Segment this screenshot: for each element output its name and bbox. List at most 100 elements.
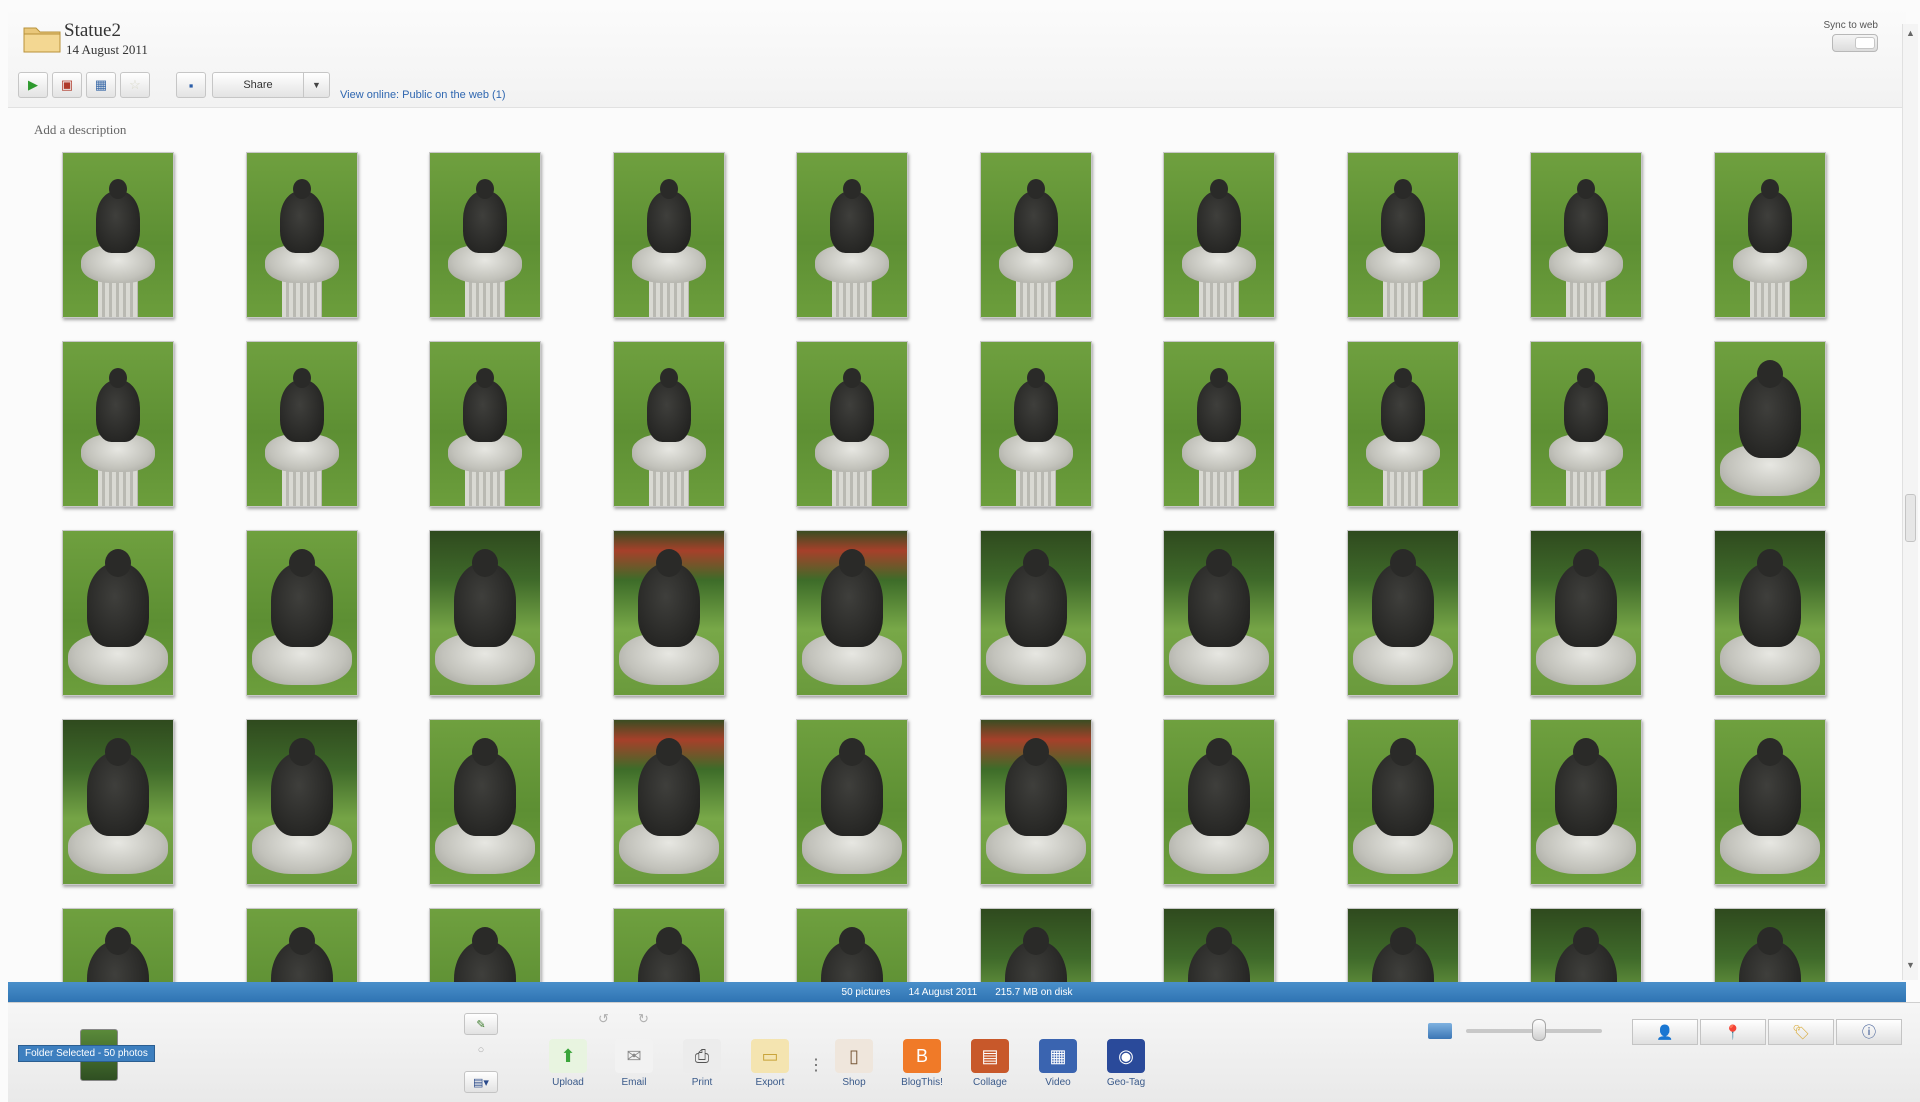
photo-thumbnail[interactable] bbox=[62, 152, 174, 318]
photo-thumbnail[interactable] bbox=[429, 152, 541, 318]
photo-thumbnail[interactable] bbox=[1163, 341, 1275, 507]
photo-thumbnail[interactable] bbox=[613, 908, 725, 982]
hold-pin-button[interactable]: ✎ bbox=[464, 1013, 498, 1035]
photo-thumbnail[interactable] bbox=[429, 341, 541, 507]
photo-thumbnail[interactable] bbox=[1714, 152, 1826, 318]
photo-thumbnail[interactable] bbox=[62, 908, 174, 982]
rotate-right-icon[interactable]: ↻ bbox=[638, 1011, 649, 1027]
photo-thumbnail[interactable] bbox=[246, 152, 358, 318]
blogthis-button[interactable]: B BlogThis! bbox=[892, 1039, 952, 1099]
movie-button[interactable]: ▦ bbox=[86, 72, 116, 98]
photo-thumbnail[interactable] bbox=[1163, 152, 1275, 318]
photo-thumbnail[interactable] bbox=[1347, 908, 1459, 982]
vertical-scrollbar[interactable]: ▲ ▼ bbox=[1902, 24, 1918, 980]
album-title[interactable]: Statue2 bbox=[64, 20, 121, 42]
photo-thumbnail[interactable] bbox=[1530, 152, 1642, 318]
gift-cd-button[interactable]: ▣ bbox=[52, 72, 82, 98]
photo-thumbnail[interactable] bbox=[1530, 719, 1642, 885]
places-pin-button[interactable]: 📍 bbox=[1700, 1019, 1766, 1045]
tray-tool-label: Shop bbox=[842, 1077, 866, 1088]
people-button[interactable]: 👤 bbox=[1632, 1019, 1698, 1045]
photo-thumbnail[interactable] bbox=[613, 152, 725, 318]
tray-selection-label: Folder Selected - 50 photos bbox=[18, 1045, 155, 1062]
photo-thumbnail[interactable] bbox=[1347, 530, 1459, 696]
photo-thumbnail[interactable] bbox=[62, 341, 174, 507]
save-button[interactable]: ▪ bbox=[176, 72, 206, 98]
geo-tag-button[interactable]: ◉ Geo-Tag bbox=[1096, 1039, 1156, 1099]
collage-button[interactable]: ▤ Collage bbox=[960, 1039, 1020, 1099]
picasa-window: Statue2 14 August 2011 Sync to web Share… bbox=[0, 0, 1920, 1102]
share-dropdown-button[interactable]: ▼ bbox=[304, 72, 330, 98]
export-folder-icon: ▭ bbox=[751, 1039, 789, 1073]
photo-thumbnail[interactable] bbox=[1530, 908, 1642, 982]
photo-thumbnail[interactable] bbox=[1714, 719, 1826, 885]
photo-thumbnail[interactable] bbox=[613, 530, 725, 696]
photo-thumbnail[interactable] bbox=[1347, 152, 1459, 318]
photo-thumbnail[interactable] bbox=[1530, 341, 1642, 507]
photo-thumbnail[interactable] bbox=[429, 530, 541, 696]
upload-button[interactable]: ⬆ Upload bbox=[538, 1039, 598, 1099]
photo-thumbnail[interactable] bbox=[246, 719, 358, 885]
scroll-up-icon[interactable]: ▲ bbox=[1906, 28, 1915, 38]
view-online-link[interactable]: View online: Public on the web (1) bbox=[340, 89, 506, 101]
photo-thumbnail[interactable] bbox=[62, 719, 174, 885]
scroll-down-icon[interactable]: ▼ bbox=[1906, 960, 1915, 970]
movie-icon: ▦ bbox=[94, 77, 108, 92]
export-button[interactable]: ▭ Export bbox=[740, 1039, 800, 1099]
album-date[interactable]: 14 August 2011 bbox=[66, 42, 148, 58]
tray-tool-label: Geo-Tag bbox=[1106, 1077, 1146, 1088]
add-description-field[interactable]: Add a description bbox=[34, 122, 126, 138]
clear-tray-button[interactable]: ○ bbox=[464, 1039, 498, 1061]
photo-thumbnail[interactable] bbox=[429, 719, 541, 885]
sync-to-web-toggle[interactable] bbox=[1832, 34, 1878, 52]
video-button[interactable]: ▦ Video bbox=[1028, 1039, 1088, 1099]
pin-icon: ✎ bbox=[476, 1018, 486, 1031]
zoom-slider-handle[interactable] bbox=[1532, 1019, 1546, 1041]
print-icon: ⎙ bbox=[683, 1039, 721, 1073]
tray-tool-label: Print bbox=[691, 1077, 713, 1088]
tray-tool-label: Upload bbox=[552, 1077, 584, 1088]
clear-icon: ○ bbox=[477, 1044, 485, 1056]
photo-thumbnail[interactable] bbox=[980, 341, 1092, 507]
photo-thumbnail[interactable] bbox=[796, 908, 908, 982]
photo-thumbnail[interactable] bbox=[980, 719, 1092, 885]
photo-grid-area: Add a description bbox=[8, 108, 1902, 982]
photo-thumbnail[interactable] bbox=[796, 719, 908, 885]
photo-thumbnail[interactable] bbox=[62, 530, 174, 696]
photo-thumbnail[interactable] bbox=[1163, 908, 1275, 982]
photo-thumbnail[interactable] bbox=[980, 530, 1092, 696]
photo-thumbnail[interactable] bbox=[980, 152, 1092, 318]
photo-thumbnail[interactable] bbox=[1347, 719, 1459, 885]
photo-thumbnail[interactable] bbox=[613, 341, 725, 507]
photo-thumbnail[interactable] bbox=[1714, 341, 1826, 507]
share-button[interactable]: Share bbox=[212, 72, 304, 98]
photo-thumbnail[interactable] bbox=[1530, 530, 1642, 696]
print-button[interactable]: ⎙ Print bbox=[672, 1039, 732, 1099]
play-slideshow-button[interactable]: ▶ bbox=[18, 72, 48, 98]
photo-thumbnail[interactable] bbox=[796, 152, 908, 318]
star-button[interactable]: ☆ bbox=[120, 72, 150, 98]
photo-thumbnail[interactable] bbox=[796, 530, 908, 696]
rotate-left-icon[interactable]: ↺ bbox=[598, 1011, 609, 1027]
photo-thumbnail[interactable] bbox=[246, 341, 358, 507]
info-button[interactable]: ⓘ bbox=[1836, 1019, 1902, 1045]
info-icon: ⓘ bbox=[1862, 1024, 1876, 1040]
geotag-globe-icon: ◉ bbox=[1107, 1039, 1145, 1073]
shop-button[interactable]: ▯ Shop bbox=[824, 1039, 884, 1099]
photo-thumbnail[interactable] bbox=[613, 719, 725, 885]
photo-thumbnail[interactable] bbox=[796, 341, 908, 507]
add-to-album-button[interactable]: ▤▾ bbox=[464, 1071, 498, 1093]
photo-thumbnail[interactable] bbox=[1714, 530, 1826, 696]
photo-thumbnail[interactable] bbox=[1163, 719, 1275, 885]
photo-thumbnail[interactable] bbox=[1163, 530, 1275, 696]
photo-thumbnail[interactable] bbox=[246, 530, 358, 696]
star-icon: ☆ bbox=[129, 77, 141, 92]
photo-thumbnail[interactable] bbox=[1714, 908, 1826, 982]
photo-thumbnail[interactable] bbox=[246, 908, 358, 982]
photo-thumbnail[interactable] bbox=[980, 908, 1092, 982]
scrollbar-thumb[interactable] bbox=[1905, 494, 1916, 542]
photo-thumbnail[interactable] bbox=[1347, 341, 1459, 507]
tags-button[interactable]: 🏷 bbox=[1768, 1019, 1834, 1045]
photo-thumbnail[interactable] bbox=[429, 908, 541, 982]
email-button[interactable]: ✉ Email bbox=[604, 1039, 664, 1099]
